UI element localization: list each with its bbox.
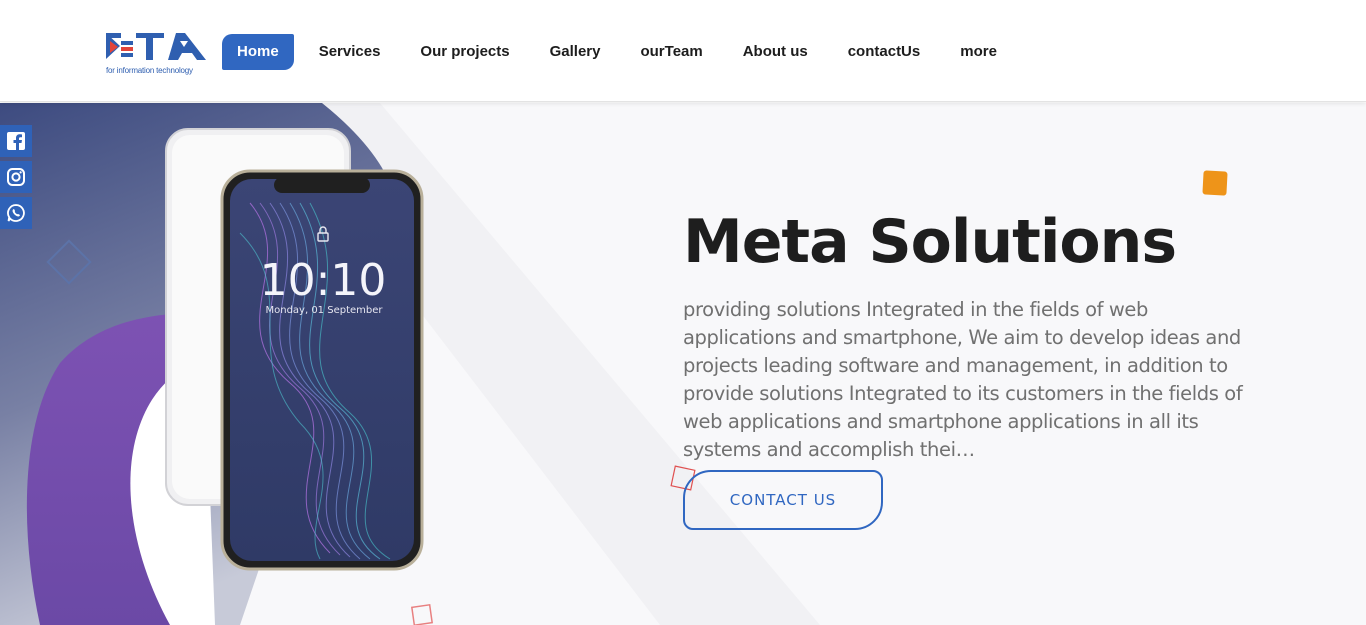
meta-logo-mark [106,33,206,60]
contact-us-button[interactable]: CONTACT US [683,470,883,530]
phone-clock: 10:10 [260,255,387,306]
hero-section: 10:10 Monday, 01 September Meta Solution… [0,103,1366,625]
front-phone: 10:10 Monday, 01 September [220,169,424,571]
nav-gallery[interactable]: Gallery [530,34,621,70]
whatsapp-button[interactable] [0,197,32,229]
hero-description: providing solutions Integrated in the fi… [683,298,1243,461]
logo-tagline: for information technology [106,66,193,75]
meta-logo[interactable]: for information technology [106,32,208,80]
deco-orange-square [1202,170,1228,196]
phone-date: Monday, 01 September [265,305,383,316]
nav-more[interactable]: more [940,34,1017,70]
nav-our-projects[interactable]: Our projects [400,34,529,70]
nav-contact-us[interactable]: contactUs [828,34,941,70]
main-nav: Home Services Our projects Gallery ourTe… [222,34,1017,70]
nav-about-us[interactable]: About us [723,34,828,70]
whatsapp-icon [7,204,25,222]
nav-our-team[interactable]: ourTeam [620,34,722,70]
instagram-icon [7,168,25,186]
hero-title: Meta Solutions [683,207,1177,277]
deco-square-bottom [410,603,434,625]
nav-home[interactable]: Home [222,34,294,70]
facebook-icon [7,132,25,150]
site-header: for information technology Home Services… [0,0,1366,102]
social-sidebar [0,125,32,233]
facebook-button[interactable] [0,125,32,157]
nav-services[interactable]: Services [299,34,401,70]
instagram-button[interactable] [0,161,32,193]
